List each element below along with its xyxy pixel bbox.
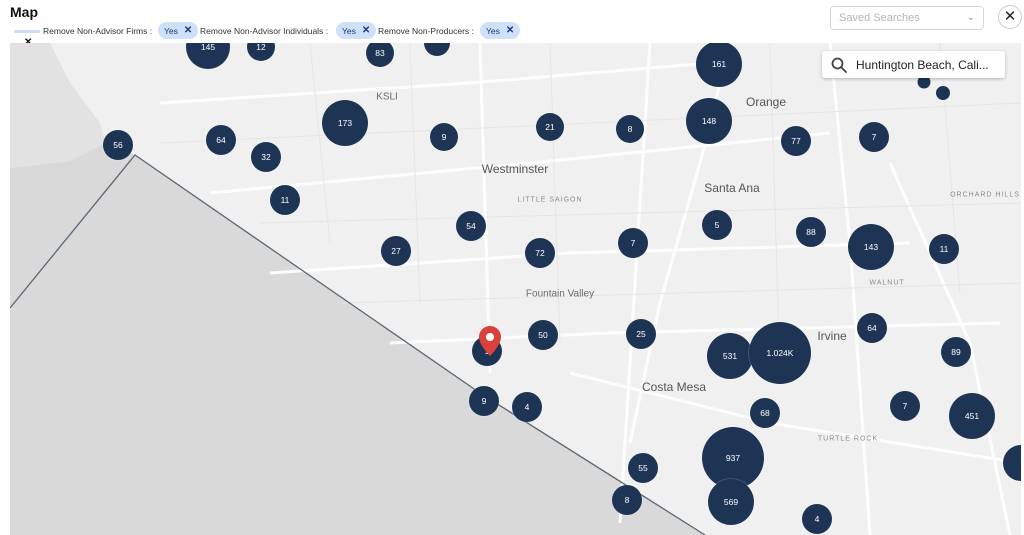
cluster-marker[interactable]: 89 (941, 337, 971, 367)
cluster-marker[interactable]: 7 (859, 122, 889, 152)
place-label: Santa Ana (704, 181, 760, 195)
cluster-marker[interactable]: 4 (802, 504, 832, 534)
cluster-marker[interactable]: 161 (696, 43, 742, 87)
filter-label-firms: Remove Non-Advisor Firms : (43, 26, 153, 36)
cluster-marker[interactable]: 148 (686, 98, 732, 144)
cluster-marker[interactable]: 55 (628, 453, 658, 483)
cluster-marker[interactable]: 11 (270, 185, 300, 215)
chevron-down-icon: ⌄ (966, 12, 975, 23)
map-background (10, 43, 1021, 535)
cluster-marker[interactable]: 8 (612, 485, 642, 515)
cluster-marker[interactable]: 64 (206, 125, 236, 155)
filter-chip-value: Yes (486, 25, 500, 36)
map-search-value: Huntington Beach, Cali... (856, 57, 989, 72)
cluster-marker[interactable]: 569 (708, 479, 754, 525)
cluster-marker[interactable]: 8 (616, 115, 644, 143)
cluster-marker[interactable]: 32 (251, 142, 281, 172)
cluster-marker[interactable]: 11 (929, 234, 959, 264)
cluster-marker[interactable]: 25 (626, 319, 656, 349)
place-label: ORCHARD HILLS (950, 191, 1020, 199)
saved-searches-placeholder: Saved Searches (839, 12, 920, 24)
filter-chip-value: Yes (164, 25, 178, 36)
cluster-marker[interactable]: 56 (103, 130, 133, 160)
map-marker-dot[interactable] (936, 86, 950, 100)
cluster-marker[interactable]: 1.024K (749, 322, 811, 384)
place-label: Fountain Valley (525, 288, 595, 300)
place-label: Irvine (817, 329, 847, 343)
cluster-marker[interactable]: 21 (536, 113, 564, 141)
filter-chip-firms[interactable]: Yes ✕ (158, 22, 199, 39)
cluster-marker[interactable]: 4 (512, 392, 542, 422)
cluster-marker[interactable]: 143 (848, 224, 894, 270)
filter-label-individuals: Remove Non-Advisor Individuals : (200, 26, 329, 36)
cluster-marker[interactable]: 64 (857, 313, 887, 343)
place-label: Westminster (481, 162, 549, 176)
place-label: Costa Mesa (641, 380, 707, 394)
place-label: LITTLE SAIGON (517, 196, 583, 204)
place-label: TURTLE ROCK (817, 435, 879, 443)
cluster-marker[interactable]: 77 (781, 126, 811, 156)
page-title: Map (10, 4, 38, 20)
location-pin-icon[interactable] (479, 326, 501, 356)
saved-searches-select[interactable]: Saved Searches ⌄ (830, 6, 984, 30)
cluster-marker[interactable]: 9 (430, 123, 458, 151)
cluster-marker[interactable]: 9 (469, 386, 499, 416)
remove-filter-icon[interactable]: ✕ (362, 25, 370, 36)
close-icon: ✕ (1003, 8, 1017, 25)
cluster-marker[interactable]: 451 (949, 393, 995, 439)
cluster-marker[interactable]: 50 (528, 320, 558, 350)
filter-chip-value: Yes (342, 25, 356, 36)
filter-chip-individuals[interactable]: Yes ✕ (336, 22, 377, 39)
cluster-marker[interactable]: 54 (456, 211, 486, 241)
cluster-marker[interactable]: 7 (618, 228, 648, 258)
cluster-marker[interactable]: 173 (322, 100, 368, 146)
place-label: KSLI (376, 91, 398, 103)
cluster-marker[interactable]: 27 (381, 236, 411, 266)
cluster-marker[interactable]: 72 (525, 238, 555, 268)
place-label: WALNUT (869, 279, 905, 287)
search-icon (831, 57, 847, 73)
filter-indicator (14, 30, 40, 33)
remove-filter-icon[interactable]: ✕ (506, 25, 514, 36)
cluster-marker[interactable]: 88 (796, 217, 826, 247)
cluster-marker[interactable]: 68 (750, 398, 780, 428)
place-label: Orange (745, 95, 787, 109)
cluster-marker[interactable]: 7 (890, 391, 920, 421)
filter-label-producers: Remove Non-Producers : (378, 26, 474, 36)
map-canvas[interactable]: Orange KSLI Westminster LITTLE SAIGON Sa… (10, 43, 1021, 535)
remove-filter-icon[interactable]: ✕ (184, 25, 192, 36)
cluster-marker[interactable]: 531 (707, 333, 753, 379)
close-button[interactable]: ✕ (998, 5, 1022, 29)
map-search-input[interactable]: Huntington Beach, Cali... (822, 51, 1005, 78)
cluster-marker[interactable]: 5 (702, 210, 732, 240)
filter-chip-producers[interactable]: Yes ✕ (480, 22, 521, 39)
